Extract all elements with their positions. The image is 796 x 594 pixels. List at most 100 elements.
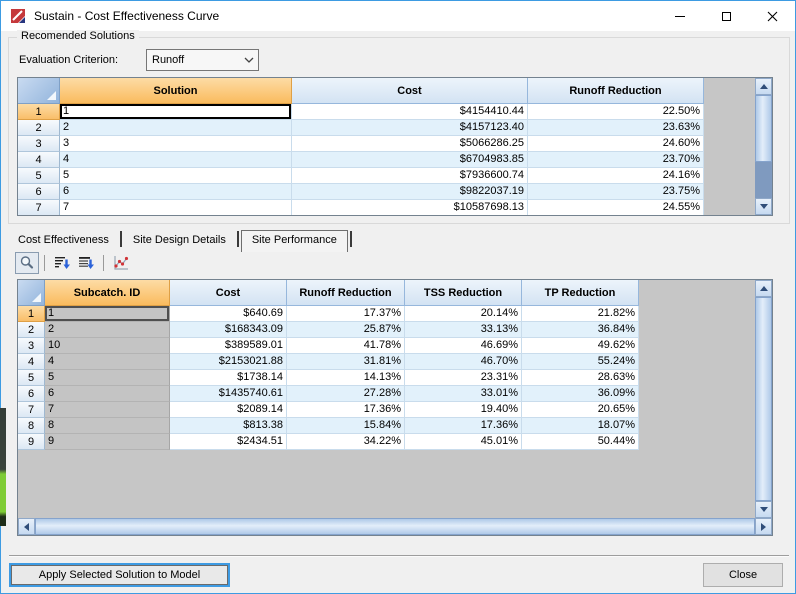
grid-cell[interactable]: 49.62% xyxy=(522,338,639,354)
grid-cell[interactable]: $5066286.25 xyxy=(292,136,528,152)
close-window-button[interactable] xyxy=(749,1,795,31)
grid-cell[interactable]: 46.69% xyxy=(405,338,522,354)
column-header-cost[interactable]: Cost xyxy=(292,78,528,104)
grid-cell[interactable]: 46.70% xyxy=(405,354,522,370)
grid-cell[interactable]: 20.65% xyxy=(522,402,639,418)
grid-cell[interactable]: 18.07% xyxy=(522,418,639,434)
grid-cell-selected[interactable]: 1 xyxy=(60,104,292,120)
tab-site-performance[interactable]: Site Performance xyxy=(240,230,348,252)
column-header-cost[interactable]: Cost xyxy=(170,280,287,306)
row-header[interactable]: 1 xyxy=(18,104,60,120)
grid-cell[interactable]: 5 xyxy=(60,168,292,184)
row-header[interactable]: 1 xyxy=(18,306,45,322)
grid-cell[interactable]: 23.70% xyxy=(528,152,704,168)
grid-cell[interactable]: 7 xyxy=(45,402,170,418)
scrollbar-track[interactable] xyxy=(755,162,772,198)
row-header[interactable]: 7 xyxy=(18,200,60,215)
grid-cell[interactable]: 31.81% xyxy=(287,354,405,370)
grid-cell[interactable]: $6704983.85 xyxy=(292,152,528,168)
row-header[interactable]: 4 xyxy=(18,152,60,168)
export-data-button[interactable] xyxy=(74,252,98,274)
grid-cell[interactable]: $389589.01 xyxy=(170,338,287,354)
row-header[interactable]: 4 xyxy=(18,354,45,370)
grid-cell[interactable]: 28.63% xyxy=(522,370,639,386)
grid-cell[interactable]: 14.13% xyxy=(287,370,405,386)
row-header[interactable]: 2 xyxy=(18,120,60,136)
grid-cell[interactable]: 17.37% xyxy=(287,306,405,322)
grid-cell[interactable]: 15.84% xyxy=(287,418,405,434)
grid-cell[interactable]: $7936600.74 xyxy=(292,168,528,184)
row-header[interactable]: 3 xyxy=(18,338,45,354)
column-header-subcatch-id[interactable]: Subcatch. ID xyxy=(45,280,170,306)
row-header[interactable]: 5 xyxy=(18,168,60,184)
grid-cell[interactable]: 3 xyxy=(60,136,292,152)
grid-select-all-corner[interactable] xyxy=(18,280,45,306)
grid-cell[interactable]: $813.38 xyxy=(170,418,287,434)
vertical-scrollbar[interactable] xyxy=(755,280,772,518)
grid-cell[interactable]: 2 xyxy=(60,120,292,136)
grid-cell[interactable]: 23.31% xyxy=(405,370,522,386)
row-header[interactable]: 6 xyxy=(18,184,60,200)
grid-cell[interactable]: 10 xyxy=(45,338,170,354)
grid-cell[interactable]: 4 xyxy=(45,354,170,370)
grid-cell[interactable]: 8 xyxy=(45,418,170,434)
tab-cost-effectiveness[interactable]: Cost Effectiveness xyxy=(9,230,118,250)
tab-site-design-details[interactable]: Site Design Details xyxy=(124,230,235,250)
grid-cell[interactable]: 41.78% xyxy=(287,338,405,354)
scrollbar-thumb[interactable] xyxy=(755,95,772,162)
show-chart-button[interactable] xyxy=(109,252,133,274)
grid-cell[interactable]: 34.22% xyxy=(287,434,405,450)
row-header[interactable]: 7 xyxy=(18,402,45,418)
grid-cell[interactable]: 36.84% xyxy=(522,322,639,338)
grid-cell[interactable]: 6 xyxy=(60,184,292,200)
grid-cell[interactable]: $4157123.40 xyxy=(292,120,528,136)
grid-cell[interactable]: 45.01% xyxy=(405,434,522,450)
grid-cell[interactable]: $2434.51 xyxy=(170,434,287,450)
grid-cell[interactable]: 24.60% xyxy=(528,136,704,152)
grid-cell[interactable]: $2153021.88 xyxy=(170,354,287,370)
grid-cell[interactable]: $1738.14 xyxy=(170,370,287,386)
grid-cell[interactable]: 2 xyxy=(45,322,170,338)
grid-cell[interactable]: 23.63% xyxy=(528,120,704,136)
minimize-button[interactable] xyxy=(657,1,703,31)
grid-cell[interactable]: 27.28% xyxy=(287,386,405,402)
grid-cell[interactable]: $1435740.61 xyxy=(170,386,287,402)
row-header[interactable]: 6 xyxy=(18,386,45,402)
scroll-up-button[interactable] xyxy=(755,78,772,95)
grid-cell[interactable]: $10587698.13 xyxy=(292,200,528,215)
grid-cell[interactable]: 36.09% xyxy=(522,386,639,402)
scroll-up-button[interactable] xyxy=(755,280,772,297)
row-header[interactable]: 9 xyxy=(18,434,45,450)
grid-cell[interactable]: 17.36% xyxy=(287,402,405,418)
maximize-button[interactable] xyxy=(703,1,749,31)
grid-select-all-corner[interactable] xyxy=(18,78,60,104)
import-data-button[interactable] xyxy=(50,252,74,274)
column-header-tss-reduction[interactable]: TSS Reduction xyxy=(405,280,522,306)
horizontal-scrollbar[interactable] xyxy=(18,518,772,535)
scroll-right-button[interactable] xyxy=(755,518,772,535)
grid-cell[interactable]: 21.82% xyxy=(522,306,639,322)
zoom-button[interactable] xyxy=(15,252,39,274)
grid-cell[interactable]: $640.69 xyxy=(170,306,287,322)
scrollbar-thumb[interactable] xyxy=(755,297,772,501)
grid-cell[interactable]: 22.50% xyxy=(528,104,704,120)
scrollbar-thumb[interactable] xyxy=(35,518,755,535)
grid-cell[interactable]: 24.16% xyxy=(528,168,704,184)
grid-cell[interactable]: 20.14% xyxy=(405,306,522,322)
row-header[interactable]: 8 xyxy=(18,418,45,434)
scroll-down-button[interactable] xyxy=(755,501,772,518)
apply-solution-button[interactable]: Apply Selected Solution to Model xyxy=(9,563,230,587)
column-header-solution[interactable]: Solution xyxy=(60,78,292,104)
grid-cell[interactable]: 33.01% xyxy=(405,386,522,402)
grid-cell[interactable]: 24.55% xyxy=(528,200,704,215)
grid-cell[interactable]: 6 xyxy=(45,386,170,402)
column-header-tp-reduction[interactable]: TP Reduction xyxy=(522,280,639,306)
scroll-down-button[interactable] xyxy=(755,198,772,215)
grid-cell[interactable]: $9822037.19 xyxy=(292,184,528,200)
grid-cell[interactable]: 17.36% xyxy=(405,418,522,434)
grid-cell[interactable]: 25.87% xyxy=(287,322,405,338)
grid-cell[interactable]: 9 xyxy=(45,434,170,450)
grid-cell[interactable]: 5 xyxy=(45,370,170,386)
column-header-runoff-reduction[interactable]: Runoff Reduction xyxy=(287,280,405,306)
grid-cell[interactable]: 19.40% xyxy=(405,402,522,418)
